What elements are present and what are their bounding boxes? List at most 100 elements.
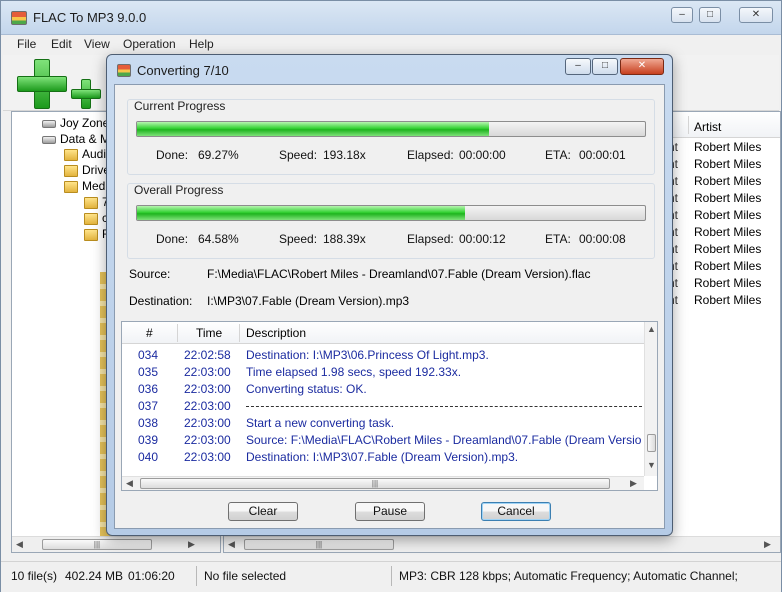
tree-horizontal-scrollbar[interactable]: ◀ ||| ▶: [12, 536, 220, 552]
cell-artist: Robert Miles: [694, 140, 762, 154]
dialog-close-button[interactable]: ✕: [620, 58, 664, 75]
log-row[interactable]: 040 22:03:00 Destination: I:\MP3\07.Fable …: [122, 449, 644, 466]
list-row[interactable]: nt Robert Miles: [668, 276, 778, 293]
list-row[interactable]: nt Robert Miles: [668, 157, 778, 174]
log-row[interactable]: 034 22:02:58 Destination: I:\MP3\06.Prince…: [122, 347, 644, 364]
log-row[interactable]: 036 22:03:00 Converting status: OK.: [122, 381, 644, 398]
log-cell-time: 22:03:00: [184, 399, 231, 413]
log-cell-description: Time elapsed 1.98 secs, speed 192.33x.: [246, 365, 462, 379]
pause-button[interactable]: Pause: [355, 502, 425, 521]
log-separator-line: [246, 399, 642, 413]
log-cell-description: Destination: I:\MP3\07.Fable (Dream Vers…: [246, 450, 519, 464]
destination-path: I:\MP3\07.Fable (Dream Version).mp3: [207, 294, 410, 308]
scroll-left-icon[interactable]: ◀: [16, 539, 23, 550]
list-row[interactable]: nt Robert Miles: [668, 191, 778, 208]
tree-item-drive[interactable]: Drive: [64, 163, 110, 177]
log-col-description[interactable]: Description: [246, 326, 306, 340]
log-cell-time: 22:03:00: [184, 382, 231, 396]
overall-elapsed-value: 00:00:12: [459, 232, 506, 246]
converting-dialog: Converting 7/10 – □ ✕ Current Progress D…: [106, 54, 673, 536]
close-button[interactable]: ✕: [739, 7, 773, 23]
list-row[interactable]: nt Robert Miles: [668, 293, 778, 310]
log-cell-time: 22:03:00: [184, 450, 231, 464]
menu-file[interactable]: File: [17, 37, 36, 51]
add-files-icon[interactable]: [17, 59, 67, 109]
dialog-minimize-button[interactable]: –: [565, 58, 591, 75]
add-folder-icon[interactable]: [71, 79, 101, 109]
menu-operation[interactable]: Operation: [123, 37, 176, 51]
list-row[interactable]: nt Robert Miles: [668, 242, 778, 259]
tree-item-sub-1[interactable]: 7: [84, 195, 109, 209]
menu-edit[interactable]: Edit: [51, 37, 72, 51]
current-done-label: Done:: [156, 148, 189, 162]
scroll-up-icon[interactable]: ▲: [647, 324, 656, 334]
status-bar: 10 file(s) 402.24 MB 01:06:20 No file se…: [1, 561, 781, 592]
scrollbar-thumb[interactable]: |||: [244, 539, 394, 550]
scroll-right-icon[interactable]: ▶: [764, 539, 771, 550]
menu-help[interactable]: Help: [189, 37, 214, 51]
scroll-right-icon[interactable]: ▶: [188, 539, 195, 550]
overall-eta-label: ETA:: [545, 232, 571, 246]
log-vertical-scrollbar[interactable]: ▲ ▼: [644, 322, 657, 476]
tree-item-data[interactable]: Data & M: [42, 132, 110, 146]
log-row[interactable]: 035 22:03:00 Time elapsed 1.98 secs, speed…: [122, 364, 644, 381]
column-separator: [239, 324, 240, 342]
column-separator: [177, 324, 178, 342]
log-row[interactable]: 039 22:03:00 Source: F:\Media\FLAC\Robert …: [122, 432, 644, 449]
drive-icon: [42, 119, 56, 128]
log-row[interactable]: 037 22:03:00: [122, 398, 644, 415]
menu-view[interactable]: View: [84, 37, 110, 51]
log-col-number[interactable]: #: [146, 326, 153, 340]
current-elapsed-value: 00:00:00: [459, 148, 506, 162]
dialog-maximize-button[interactable]: □: [592, 58, 618, 75]
scroll-down-icon[interactable]: ▼: [647, 460, 656, 470]
tree-item-sub-2[interactable]: c: [84, 211, 108, 225]
minimize-button[interactable]: –: [671, 7, 693, 23]
current-progress-bar: [136, 121, 646, 137]
folder-icon: [84, 196, 98, 209]
clear-button[interactable]: Clear: [228, 502, 298, 521]
cell-artist: Robert Miles: [694, 242, 762, 256]
list-row[interactable]: nt Robert Miles: [668, 225, 778, 242]
overall-done-label: Done:: [156, 232, 189, 246]
list-horizontal-scrollbar[interactable]: ◀ ||| ▶: [224, 536, 780, 552]
folder-icon: [64, 164, 78, 177]
log-cell-description: Start a new converting task.: [246, 416, 395, 430]
scroll-left-icon[interactable]: ◀: [126, 478, 133, 489]
overall-progress-fill: [137, 206, 466, 220]
scroll-left-icon[interactable]: ◀: [228, 539, 235, 550]
cell-artist: Robert Miles: [694, 225, 762, 239]
column-artist[interactable]: Artist: [694, 120, 721, 134]
log-cell-number: 035: [138, 365, 159, 379]
tree-item-audio[interactable]: Audi: [64, 147, 106, 161]
log-cell-time: 22:03:00: [184, 416, 231, 430]
cell-artist: Robert Miles: [694, 293, 762, 307]
maximize-button[interactable]: □: [699, 7, 721, 23]
cancel-button[interactable]: Cancel: [481, 502, 551, 521]
log-cell-time: 22:02:58: [184, 348, 231, 362]
dialog-title: Converting 7/10: [137, 63, 229, 78]
overall-progress-group: Overall Progress Done: 64.58% Speed: 188…: [127, 183, 655, 259]
log-list[interactable]: # Time Description 034 22:02:58 Destinatio…: [121, 321, 658, 491]
list-row[interactable]: nt Robert Miles: [668, 140, 778, 157]
log-cell-description: Converting status: OK.: [246, 382, 367, 396]
log-cell-time: 22:03:00: [184, 365, 231, 379]
dialog-body: Current Progress Done: 69.27% Speed: 193…: [114, 84, 665, 529]
log-row[interactable]: 038 22:03:00 Start a new converting task.: [122, 415, 644, 432]
list-row[interactable]: nt Robert Miles: [668, 208, 778, 225]
list-row[interactable]: nt Robert Miles: [668, 259, 778, 276]
menu-bar: File Edit View Operation Help: [1, 35, 781, 55]
scrollbar-thumb[interactable]: |||: [42, 539, 152, 550]
scrollbar-thumb[interactable]: [647, 434, 656, 452]
overall-elapsed-label: Elapsed:: [407, 232, 454, 246]
overall-speed-label: Speed:: [279, 232, 318, 246]
scrollbar-thumb[interactable]: |||: [140, 478, 610, 489]
log-horizontal-scrollbar[interactable]: ◀ ||| ▶: [122, 476, 644, 490]
source-label: Source:: [129, 267, 171, 281]
scroll-right-icon[interactable]: ▶: [630, 478, 637, 489]
tree-item-joy-zone[interactable]: Joy Zone: [42, 116, 109, 130]
folder-icon: [84, 228, 98, 241]
list-row[interactable]: nt Robert Miles: [668, 174, 778, 191]
drive-icon: [42, 135, 56, 144]
log-col-time[interactable]: Time: [196, 326, 222, 340]
